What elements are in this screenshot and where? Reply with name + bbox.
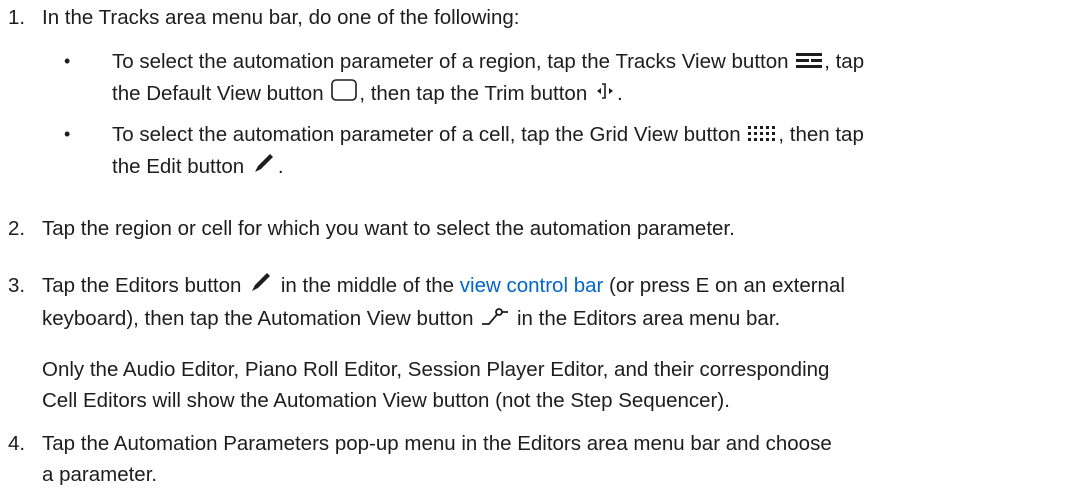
step-number: 2. xyxy=(8,217,26,240)
default-view-icon xyxy=(331,78,358,111)
automation-view-icon xyxy=(481,304,509,335)
editors-icon xyxy=(249,270,273,303)
step-text: a parameter. xyxy=(42,463,158,486)
step-number: 3. xyxy=(8,274,26,297)
note-text: Only the Audio Editor, Piano Roll Editor… xyxy=(42,358,830,381)
grid-view-icon xyxy=(748,120,776,151)
tracks-view-icon xyxy=(796,47,823,78)
trim-icon xyxy=(595,79,615,110)
view-control-bar-link[interactable]: view control bar xyxy=(460,274,604,297)
step-text: Tap the Automation Parameters pop-up men… xyxy=(42,432,832,455)
step-text: Tap the region or cell for which you wan… xyxy=(42,217,735,240)
document: 1. In the Tracks area menu bar, do one o… xyxy=(0,0,1091,492)
edit-icon xyxy=(252,151,276,184)
note-text: Cell Editors will show the Automation Vi… xyxy=(42,389,730,412)
bullet-dot: • xyxy=(64,51,71,71)
step-number: 4. xyxy=(8,432,26,455)
step-number: 1. xyxy=(8,6,26,29)
bullet-text: To select the automation parameter of a … xyxy=(112,123,741,146)
bullet-text: To select the automation parameter of a … xyxy=(112,50,789,73)
bullet-dot: • xyxy=(64,124,71,144)
step-text: Tap the Editors button xyxy=(42,274,242,297)
step-text: In the Tracks area menu bar, do one of t… xyxy=(42,6,520,29)
